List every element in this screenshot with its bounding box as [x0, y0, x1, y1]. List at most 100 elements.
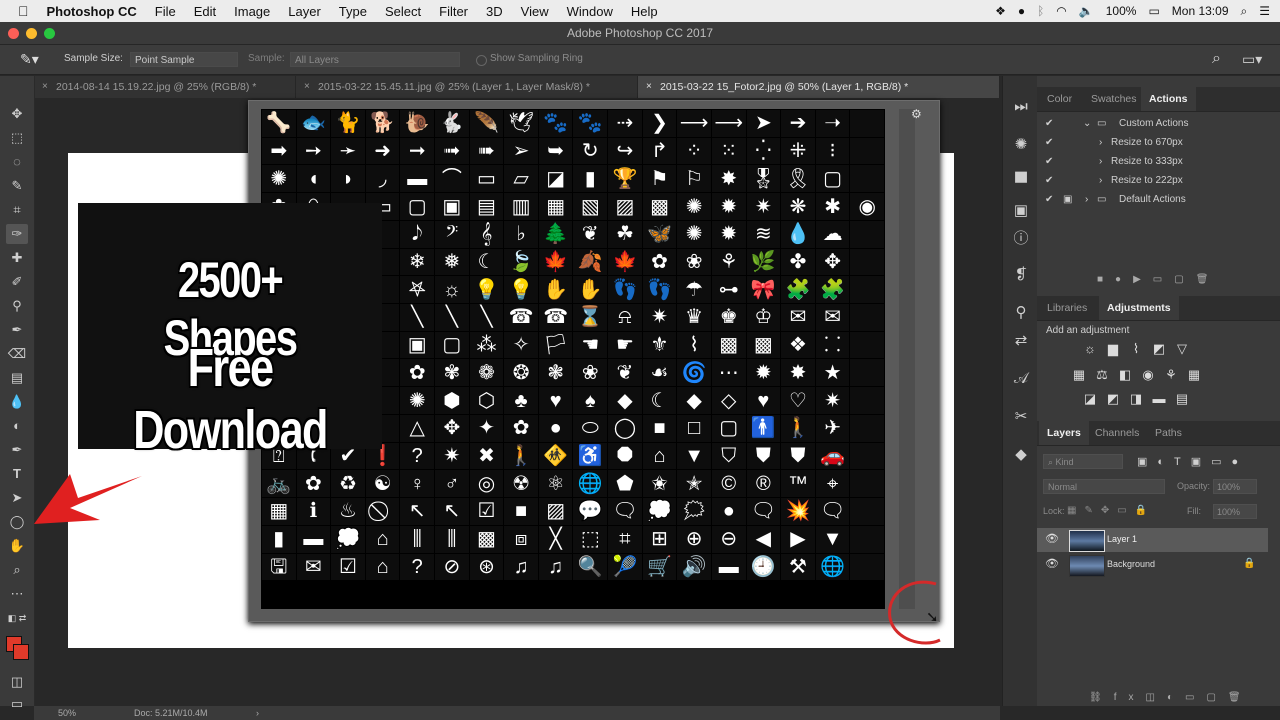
shape-cell[interactable]: 👣 [608, 276, 642, 304]
shape-cell[interactable]: ✥ [435, 414, 469, 442]
shape-cell[interactable]: 🗨 [608, 498, 642, 525]
shape-cell[interactable]: ✿ [642, 248, 677, 276]
shape-cell[interactable]: 🕘 [746, 553, 781, 581]
shape-cell[interactable]: ✖ [469, 442, 504, 470]
shape-cell[interactable]: ● [538, 414, 573, 442]
shape-cell[interactable]: ▬ [296, 525, 331, 553]
shape-cell[interactable]: ♠ [573, 387, 608, 414]
shape-cell[interactable]: ✉ [815, 304, 850, 331]
picker-settings-icon[interactable]: ⚙ [911, 107, 922, 121]
tab-actions[interactable]: Actions [1141, 87, 1196, 111]
gradient-map-icon[interactable]: ▬ [1152, 392, 1166, 406]
shape-cell[interactable]: ⁜ [781, 137, 815, 165]
shape-cell[interactable]: ✺ [677, 220, 711, 248]
shape-cell[interactable] [850, 414, 884, 442]
wifi-icon[interactable]: ◠ [1056, 4, 1066, 18]
shape-cell[interactable]: ✋ [573, 276, 608, 304]
lock-icons[interactable]: ▦✎✥▭🔒 [1067, 505, 1155, 516]
adjust-icon[interactable]: ⇄ [1012, 332, 1030, 350]
new-layer-icon[interactable]: ▢ [1206, 692, 1227, 703]
delete-action-icon[interactable]: 🗑 [1196, 274, 1221, 285]
battery-label[interactable]: 100% [1106, 4, 1137, 18]
shape-cell[interactable]: ✹ [711, 193, 746, 220]
shape-cell[interactable]: 💡 [504, 276, 538, 304]
shape-cell[interactable] [850, 498, 884, 525]
shape-cell[interactable]: ⁝ [815, 137, 850, 165]
shape-cell[interactable]: ◯ [608, 414, 642, 442]
shape-cell[interactable]: 🎗 [781, 165, 815, 193]
pen-tool-icon[interactable]: ✒ [6, 440, 28, 460]
shape-cell[interactable]: 🏳 [538, 331, 573, 359]
black-white-icon[interactable]: ◧ [1118, 368, 1132, 382]
history-brush-tool-icon[interactable]: ✒ [6, 320, 28, 340]
shape-cell[interactable]: ♫ [538, 553, 573, 581]
shape-cell[interactable]: 🍁 [608, 248, 642, 276]
apple-menu-icon[interactable]:  [18, 3, 29, 19]
menu-type[interactable]: Type [339, 4, 367, 19]
shape-cell[interactable]: ★ [815, 359, 850, 387]
default-colors-icon[interactable]: ◧ ⇄ [6, 608, 28, 628]
shape-cell[interactable]: ⬢ [435, 387, 469, 414]
shape-cell[interactable]: ◖ [296, 165, 331, 193]
glyphs-icon[interactable]: 𝒜 [1012, 370, 1030, 388]
shape-cell[interactable]: ♭ [504, 220, 538, 248]
shape-cell[interactable]: ❀ [573, 359, 608, 387]
filter-icons[interactable]: ▣◐T▣▭● [1137, 455, 1248, 468]
shape-cell[interactable]: ❦ [608, 359, 642, 387]
shape-cell[interactable]: ☙ [642, 359, 677, 387]
shape-cell[interactable]: ☛ [608, 331, 642, 359]
stop-icon[interactable]: ■ [1097, 274, 1115, 285]
shape-cell[interactable]: ☼ [435, 276, 469, 304]
shape-cell[interactable]: ▧ [573, 193, 608, 220]
shape-cell[interactable]: 🐕 [365, 110, 400, 137]
shape-cell[interactable]: ♡ [781, 387, 815, 414]
shape-cell[interactable]: ⊞ [642, 525, 677, 553]
action-check-icon[interactable]: ✔ [1045, 171, 1053, 190]
shape-cell[interactable]: ✷ [435, 442, 469, 470]
shape-cell[interactable]: ☘ [608, 220, 642, 248]
hand-tool-icon[interactable]: ✋ [6, 536, 28, 556]
shape-cell[interactable]: ↱ [642, 137, 677, 165]
shape-cell[interactable]: ❃ [538, 359, 573, 387]
shape-cell[interactable]: ☑ [331, 553, 365, 581]
shape-cell[interactable]: ▩ [642, 193, 677, 220]
shape-cell[interactable]: ❀ [677, 248, 711, 276]
shape-cell[interactable]: 🦋 [642, 220, 677, 248]
battery-icon[interactable]: ▭ [1148, 4, 1159, 18]
shape-cell[interactable]: ✥ [815, 248, 850, 276]
shape-cell[interactable]: ▣ [400, 331, 435, 359]
shape-cell[interactable]: ℹ [296, 498, 331, 525]
shape-cell[interactable]: ♣ [504, 387, 538, 414]
shape-cell[interactable]: ✱ [815, 193, 850, 220]
background-color-swatch[interactable] [13, 644, 29, 660]
action-row[interactable]: ✔ › Resize to 670px [1037, 133, 1280, 152]
tab-layers[interactable]: Layers [1039, 421, 1089, 445]
close-tab-icon[interactable]: × [304, 76, 310, 98]
shape-cell[interactable]: 💭 [642, 498, 677, 525]
shape-cell[interactable]: ☎ [504, 304, 538, 331]
move-tool-icon[interactable]: ✥ [6, 104, 28, 124]
eyedropper-tool-icon[interactable]: ✑ [6, 224, 28, 244]
shape-cell[interactable]: ⇢ [608, 110, 642, 137]
layer-name[interactable]: Background [1107, 559, 1155, 569]
shape-cell[interactable]: ● [711, 498, 746, 525]
shape-cell[interactable]: ≋ [746, 220, 781, 248]
shape-cell[interactable]: ✤ [781, 248, 815, 276]
shape-cell[interactable]: 🌿 [746, 248, 781, 276]
shape-cell[interactable]: 🚹 [746, 414, 781, 442]
menu-window[interactable]: Window [567, 4, 613, 19]
layer-name[interactable]: Layer 1 [1107, 534, 1137, 544]
new-group-icon[interactable]: ▭ [1185, 692, 1206, 703]
shape-cell[interactable]: ⯃ [608, 442, 642, 470]
shape-cell[interactable]: ♫ [504, 553, 538, 581]
shape-cell[interactable]: 🗯 [677, 498, 711, 525]
shape-cell[interactable]: ╲ [400, 304, 435, 331]
shape-cell[interactable]: ⟶ [711, 110, 746, 137]
shape-cell[interactable]: ╲ [435, 304, 469, 331]
shape-cell[interactable]: ⬭ [573, 414, 608, 442]
menu-edit[interactable]: Edit [194, 4, 216, 19]
shape-cell[interactable] [850, 359, 884, 387]
shape-cell[interactable]: ▣ [435, 193, 469, 220]
layer-thumbnail[interactable] [1069, 555, 1105, 577]
shape-cell[interactable]: ❄ [400, 248, 435, 276]
